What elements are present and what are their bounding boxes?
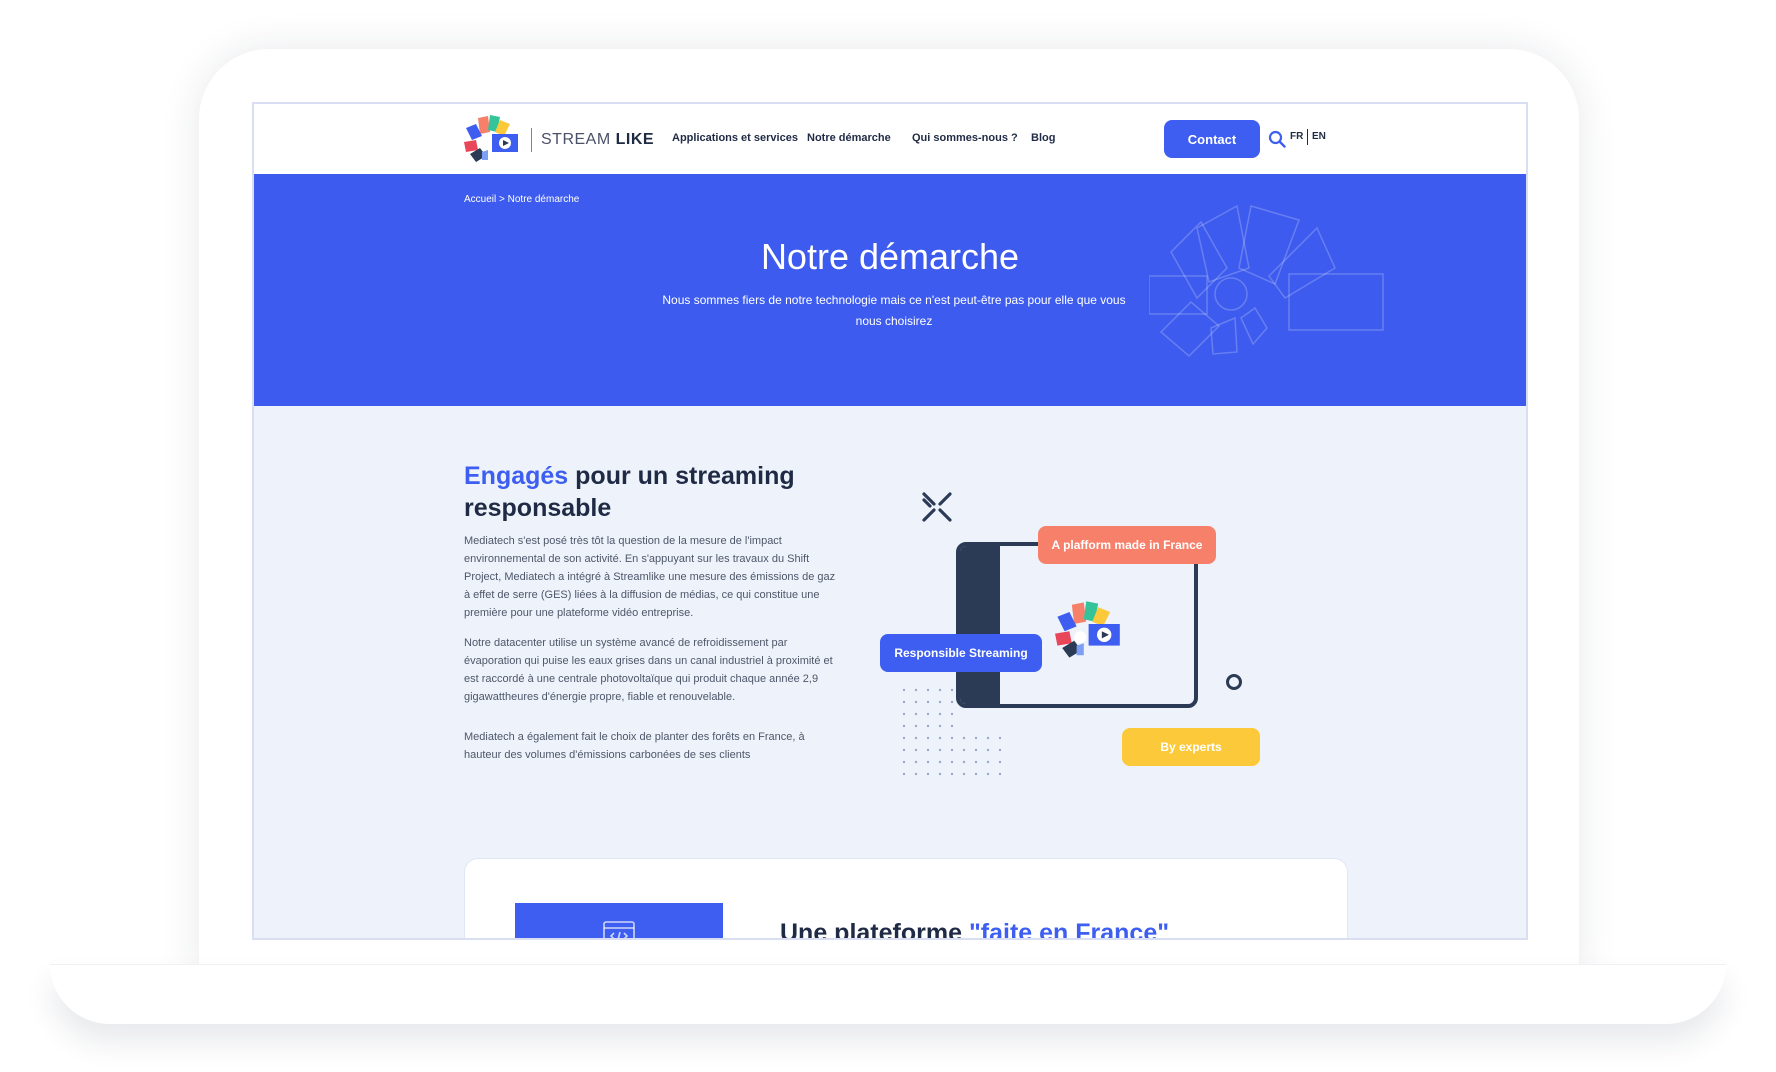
streamlike-logo-icon[interactable] bbox=[464, 114, 524, 164]
tag-made-in-france: A plafform made in France bbox=[1038, 526, 1216, 564]
lang-separator bbox=[1307, 129, 1308, 145]
nav-applications[interactable]: Applications et services bbox=[672, 132, 798, 144]
lang-fr-link[interactable]: FR bbox=[1290, 131, 1303, 142]
feature-card: Une plateforme "faite en France" bbox=[464, 858, 1348, 940]
tablet-logo-icon bbox=[1055, 601, 1120, 658]
paragraph-forests: Mediatech a également fait le choix de p… bbox=[464, 731, 805, 761]
browser-screen: STREAM LIKE Applications et services Not… bbox=[252, 102, 1528, 940]
code-window-icon bbox=[603, 921, 635, 938]
breadcrumb[interactable]: Accueil > Notre démarche bbox=[464, 194, 579, 205]
hero-fan-decoration bbox=[1149, 204, 1384, 358]
site-header: STREAM LIKE Applications et services Not… bbox=[254, 104, 1526, 174]
lang-en-link[interactable]: EN bbox=[1312, 131, 1326, 142]
paragraph-datacenter: Notre datacenter utilise un système avan… bbox=[464, 637, 833, 703]
nav-blog[interactable]: Blog bbox=[1031, 132, 1055, 144]
section-title-accent: Engagés bbox=[464, 462, 569, 490]
tablet-sidebar bbox=[960, 546, 1000, 704]
card-image-block bbox=[515, 903, 723, 938]
laptop-base bbox=[50, 964, 1726, 1024]
logo-divider bbox=[531, 128, 532, 152]
hero-subtitle: Nous sommes fiers de notre technologie m… bbox=[662, 293, 1126, 328]
ring-decoration-icon bbox=[1226, 674, 1242, 690]
card-title: Une plateforme "faite en France" bbox=[780, 919, 1170, 940]
brand-light: STREAM bbox=[541, 131, 611, 148]
card-title-main: Une plateforme bbox=[780, 919, 969, 940]
search-icon[interactable] bbox=[1268, 130, 1286, 148]
tag-responsible-streaming: Responsible Streaming bbox=[880, 634, 1042, 672]
nav-notre-demarche[interactable]: Notre démarche bbox=[807, 132, 891, 144]
paragraph-impact: Mediatech s'est posé très tôt la questio… bbox=[464, 535, 836, 619]
expand-icon bbox=[922, 492, 952, 522]
hero-banner: Accueil > Notre démarche Notre démarche … bbox=[254, 174, 1526, 406]
card-title-accent: "faite en France" bbox=[968, 919, 1170, 940]
brand-wordmark[interactable]: STREAM LIKE bbox=[541, 131, 654, 149]
contact-button[interactable]: Contact bbox=[1164, 120, 1260, 158]
streaming-illustration: A plafform made in France Responsible St… bbox=[874, 464, 1354, 784]
section-title: Engagés pour un streaming responsable bbox=[464, 460, 844, 524]
tag-by-experts: By experts bbox=[1122, 728, 1260, 766]
brand-bold: LIKE bbox=[615, 131, 655, 148]
nav-qui-sommes-nous[interactable]: Qui sommes-nous ? bbox=[912, 132, 1018, 144]
